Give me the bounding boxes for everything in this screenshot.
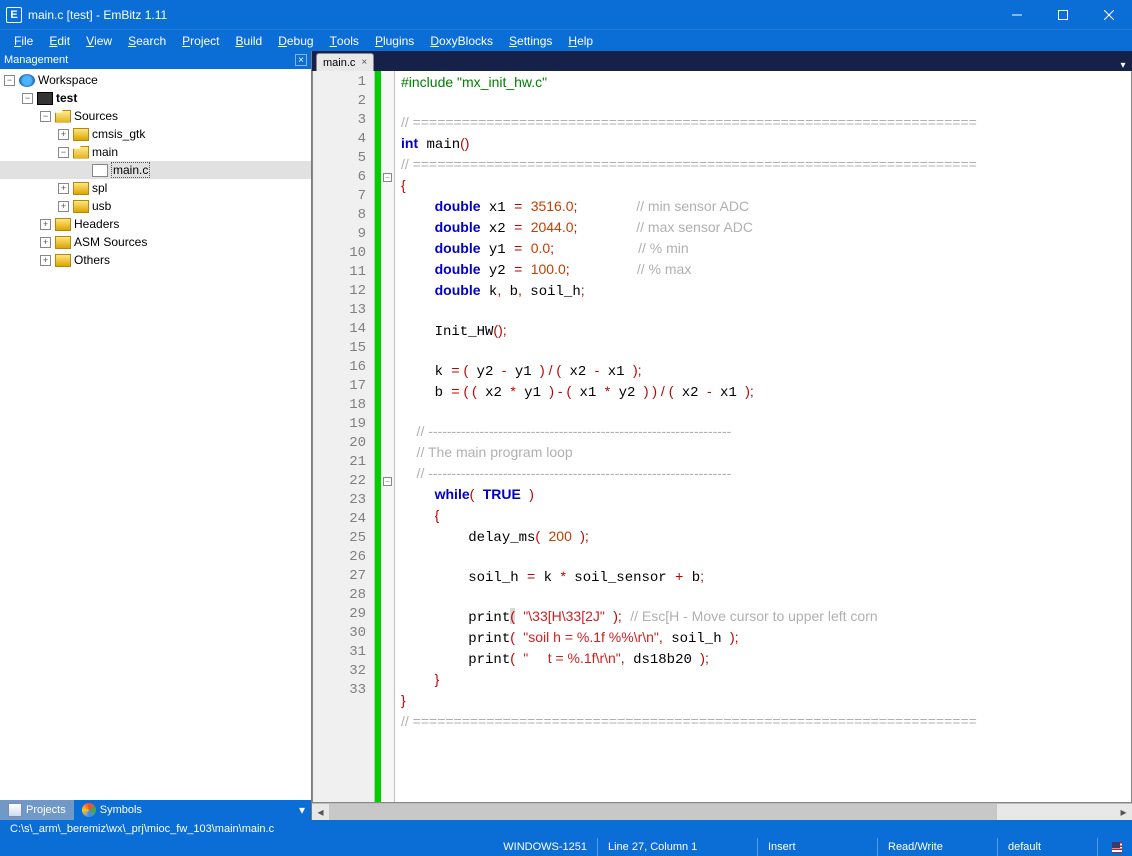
status-language-flag[interactable] <box>1098 838 1132 856</box>
tree-main-c[interactable]: main.c <box>0 161 311 179</box>
editor-tabs-bar: main.c × ▾ <box>312 51 1132 71</box>
fold-gutter[interactable]: −− <box>381 71 395 802</box>
menu-edit[interactable]: Edit <box>41 30 78 51</box>
menu-project[interactable]: Project <box>174 30 227 51</box>
menu-bar: FileEditViewSearchProjectBuildDebugTools… <box>0 29 1132 51</box>
status-insert: Insert <box>758 838 878 856</box>
scroll-track[interactable] <box>329 804 1115 820</box>
editor-tab-label: main.c <box>323 57 355 69</box>
close-button[interactable] <box>1086 0 1132 29</box>
maximize-button[interactable] <box>1040 0 1086 29</box>
sidebar-tabs: Projects Symbols ▾ <box>0 800 311 820</box>
editor-area: main.c × ▾ 1 2 3 4 5 6 7 8 9 10 11 12 13… <box>312 51 1132 820</box>
sidebar-tab-symbols[interactable]: Symbols <box>74 800 150 820</box>
status-mode: default <box>998 838 1098 856</box>
menu-debug[interactable]: Debug <box>270 30 321 51</box>
tree-headers[interactable]: +Headers <box>0 215 311 233</box>
scroll-left-arrow-icon[interactable]: ◂ <box>312 804 329 821</box>
management-close-icon[interactable]: × <box>295 54 307 66</box>
sidebar-tab-projects[interactable]: Projects <box>0 800 74 820</box>
menu-file[interactable]: File <box>6 30 41 51</box>
horizontal-scrollbar[interactable]: ◂ ▸ <box>312 803 1132 820</box>
tree-spl[interactable]: +spl <box>0 179 311 197</box>
minimize-button[interactable] <box>994 0 1040 29</box>
projects-icon <box>8 803 22 817</box>
tree-others[interactable]: +Others <box>0 251 311 269</box>
flag-icon <box>1112 842 1122 853</box>
tree-project[interactable]: −test <box>0 89 311 107</box>
project-tree[interactable]: −Workspace −test −Sources +cmsis_gtk −ma… <box>0 69 311 800</box>
menu-plugins[interactable]: Plugins <box>367 30 422 51</box>
statusbar-path: C:\s\_arm\_beremiz\wx\_prj\mioc_fw_103\m… <box>0 820 1132 838</box>
tree-sources[interactable]: −Sources <box>0 107 311 125</box>
menu-view[interactable]: View <box>78 30 120 51</box>
editor-tab-main-c[interactable]: main.c × <box>316 53 374 71</box>
menu-search[interactable]: Search <box>120 30 174 51</box>
menu-doxyblocks[interactable]: DoxyBlocks <box>422 30 501 51</box>
scroll-thumb[interactable] <box>329 804 997 820</box>
window-titlebar: E main.c [test] - EmBitz 1.11 <box>0 0 1132 29</box>
menu-help[interactable]: Help <box>560 30 601 51</box>
symbols-icon <box>82 803 96 817</box>
menu-build[interactable]: Build <box>228 30 271 51</box>
menu-tools[interactable]: Tools <box>322 30 367 51</box>
menu-settings[interactable]: Settings <box>501 30 560 51</box>
code-text[interactable]: #include "mx_init_hw.c" // =============… <box>395 71 1131 802</box>
tree-usb[interactable]: +usb <box>0 197 311 215</box>
scroll-right-arrow-icon[interactable]: ▸ <box>1115 804 1132 821</box>
window-title: main.c [test] - EmBitz 1.11 <box>28 8 994 22</box>
line-number-gutter: 1 2 3 4 5 6 7 8 9 10 11 12 13 14 15 16 1… <box>313 71 375 802</box>
editor-tabs-dropdown-icon[interactable]: ▾ <box>1118 60 1132 71</box>
status-position: Line 27, Column 1 <box>598 838 758 856</box>
tree-main-folder[interactable]: −main <box>0 143 311 161</box>
management-pane: Management × −Workspace −test −Sources +… <box>0 51 312 820</box>
status-encoding: WINDOWS-1251 <box>493 838 598 856</box>
tree-asm[interactable]: +ASM Sources <box>0 233 311 251</box>
tree-workspace[interactable]: −Workspace <box>0 71 311 89</box>
tree-cmsis[interactable]: +cmsis_gtk <box>0 125 311 143</box>
management-pane-title: Management × <box>0 51 311 69</box>
status-filepath: C:\s\_arm\_beremiz\wx\_prj\mioc_fw_103\m… <box>0 820 284 838</box>
status-readwrite: Read/Write <box>878 838 998 856</box>
code-editor[interactable]: 1 2 3 4 5 6 7 8 9 10 11 12 13 14 15 16 1… <box>312 71 1132 803</box>
management-title-label: Management <box>4 54 68 66</box>
editor-tab-close-icon[interactable]: × <box>361 57 367 68</box>
app-logo-icon: E <box>6 7 22 23</box>
sidebar-tabs-dropdown-icon[interactable]: ▾ <box>293 803 311 817</box>
statusbar-main: WINDOWS-1251 Line 27, Column 1 Insert Re… <box>0 838 1132 856</box>
